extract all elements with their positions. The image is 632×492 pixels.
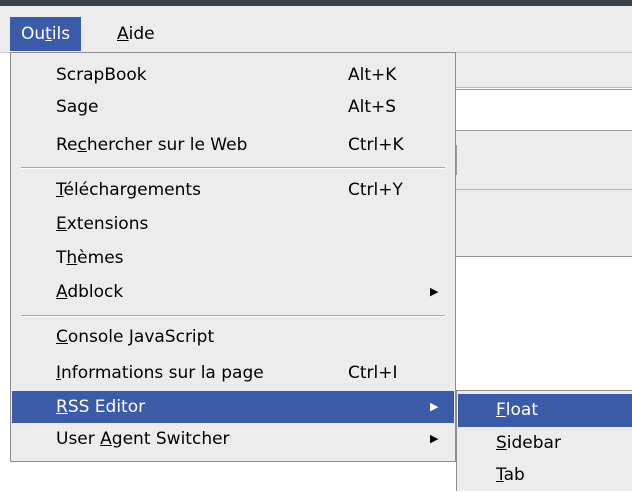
menu-item-rechercher-sur-le-web[interactable]: Rechercher sur le Web Ctrl+K [12,129,454,161]
menu-item-label: ScrapBook [56,65,147,85]
arrow-right-icon: ▶ [430,400,439,413]
submenu-item-label: Sidebar [496,433,561,453]
outils-dropdown-menu: ScrapBook Alt+K Sage Alt+S Rechercher su… [10,52,456,462]
submenu-item-label: Tab [496,465,525,485]
submenu-item-label: Float [496,400,538,420]
submenu-item-float[interactable]: Float [458,394,632,427]
menu-outils-accel: t [45,24,52,44]
menu-outils[interactable]: Outils [10,17,82,51]
background-tab-strip [455,189,632,257]
menu-item-shortcut: Alt+S [348,97,397,117]
menu-item-extensions[interactable]: Extensions [12,208,454,240]
menu-aide-label-post: ide [128,24,155,44]
submenu-item-tab[interactable]: Tab [458,459,632,492]
menu-item-label: RSS Editor [56,397,146,417]
menu-item-informations-sur-la-page[interactable]: Informations sur la page Ctrl+I [12,357,454,389]
background-toolbar [455,53,632,88]
menu-separator [21,167,445,169]
menu-item-shortcut: Ctrl+K [348,135,404,155]
menu-item-label: Rechercher sur le Web [56,135,248,155]
submenu-item-sidebar[interactable]: Sidebar [458,427,632,460]
menu-item-label: User Agent Switcher [56,429,230,449]
menu-item-label: Sage [56,97,99,117]
menu-item-sage[interactable]: Sage Alt+S [12,91,454,123]
background-url-field[interactable] [455,89,632,131]
menu-bar: Outils Aide [0,6,632,53]
menu-aide[interactable]: Aide [106,17,166,51]
menu-item-label: Adblock [56,282,124,302]
menu-item-shortcut: Ctrl+Y [348,180,403,200]
menu-item-label: Informations sur la page [56,363,264,383]
menu-aide-accel: A [117,24,129,44]
menu-outils-label-post: ils [51,24,71,44]
menu-item-label: Thèmes [56,248,124,268]
menu-item-user-agent-switcher[interactable]: User Agent Switcher ▶ [12,423,454,455]
arrow-right-icon: ▶ [430,285,439,298]
menu-item-shortcut: Alt+K [348,65,397,85]
menu-item-shortcut: Ctrl+I [348,363,398,383]
background-toolbar-2 [455,131,632,189]
menu-item-scrapbook[interactable]: ScrapBook Alt+K [12,59,454,91]
menu-item-telechargements[interactable]: Téléchargements Ctrl+Y [12,174,454,206]
rss-editor-submenu: Float Sidebar Tab [456,390,632,491]
menu-item-console-javascript[interactable]: Console JavaScript [12,321,454,353]
menu-item-themes[interactable]: Thèmes [12,242,454,274]
menu-separator [21,315,445,317]
menu-item-label: Console JavaScript [56,327,215,347]
arrow-right-icon: ▶ [430,432,439,445]
menu-item-rss-editor[interactable]: RSS Editor ▶ [12,391,454,423]
menu-item-adblock[interactable]: Adblock ▶ [12,276,454,308]
menu-outils-label-pre: Ou [21,24,46,44]
menu-item-label: Téléchargements [56,180,201,200]
menu-item-label: Extensions [56,214,149,234]
